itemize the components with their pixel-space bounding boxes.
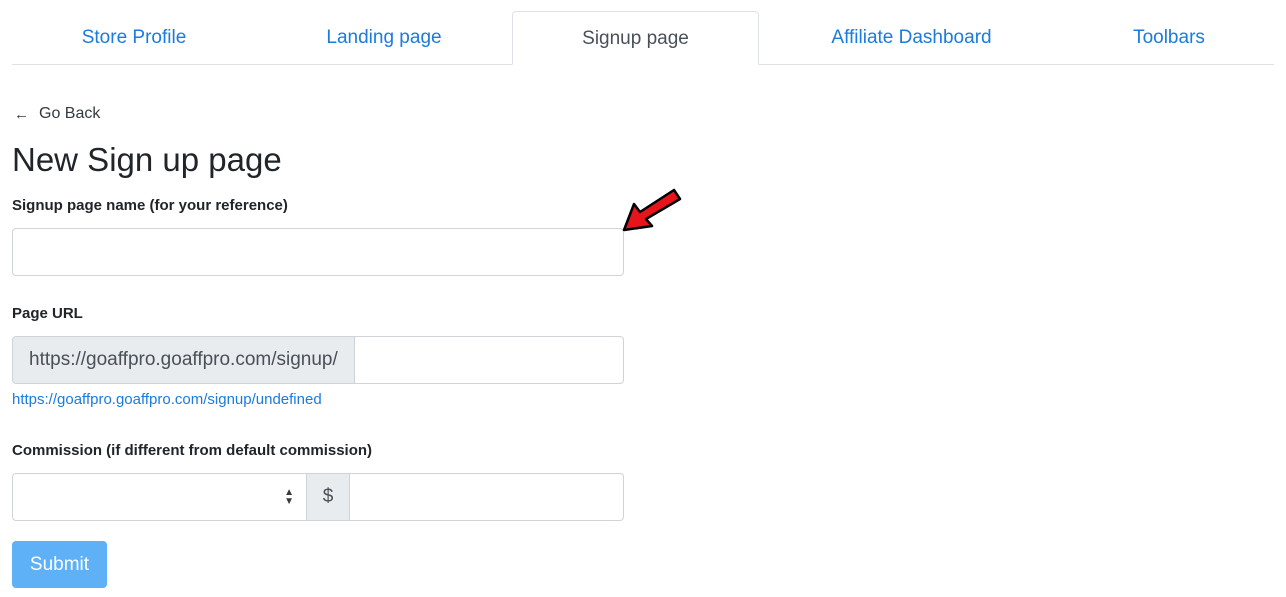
- signup-name-input[interactable]: [12, 228, 624, 276]
- currency-addon: $: [307, 473, 350, 521]
- select-caret-icon: ▲ ▼: [284, 487, 294, 507]
- page-url-label: Page URL: [12, 305, 83, 322]
- tab-toolbars[interactable]: Toolbars: [1064, 11, 1274, 64]
- commission-group: ▲ ▼ $: [12, 473, 624, 521]
- submit-button[interactable]: Submit: [12, 541, 107, 588]
- go-back-link[interactable]: ← Go Back: [14, 105, 100, 123]
- tab-signup-page[interactable]: Signup page: [512, 11, 759, 65]
- red-arrow-pointer-icon: [622, 188, 682, 232]
- commission-amount-input[interactable]: [350, 473, 624, 521]
- page-url-group: https://goaffpro.goaffpro.com/signup/: [12, 336, 624, 384]
- commission-label: Commission (if different from default co…: [12, 442, 373, 459]
- page-url-preview-link[interactable]: https://goaffpro.goaffpro.com/signup/und…: [12, 391, 322, 408]
- tab-store-profile[interactable]: Store Profile: [12, 11, 256, 64]
- commission-type-select[interactable]: ▲ ▼: [12, 473, 307, 521]
- tab-affiliate-dashboard[interactable]: Affiliate Dashboard: [759, 11, 1064, 64]
- url-prefix: https://goaffpro.goaffpro.com/signup/: [12, 336, 355, 384]
- back-arrow-icon: ←: [14, 105, 29, 123]
- tab-landing-page[interactable]: Landing page: [256, 11, 512, 64]
- go-back-label: Go Back: [39, 105, 101, 122]
- page-title: New Sign up page: [12, 141, 282, 178]
- signup-name-label: Signup page name (for your reference): [12, 197, 288, 214]
- tab-bar: Store Profile Landing page Signup page A…: [12, 11, 1274, 65]
- page-url-input[interactable]: [354, 336, 624, 384]
